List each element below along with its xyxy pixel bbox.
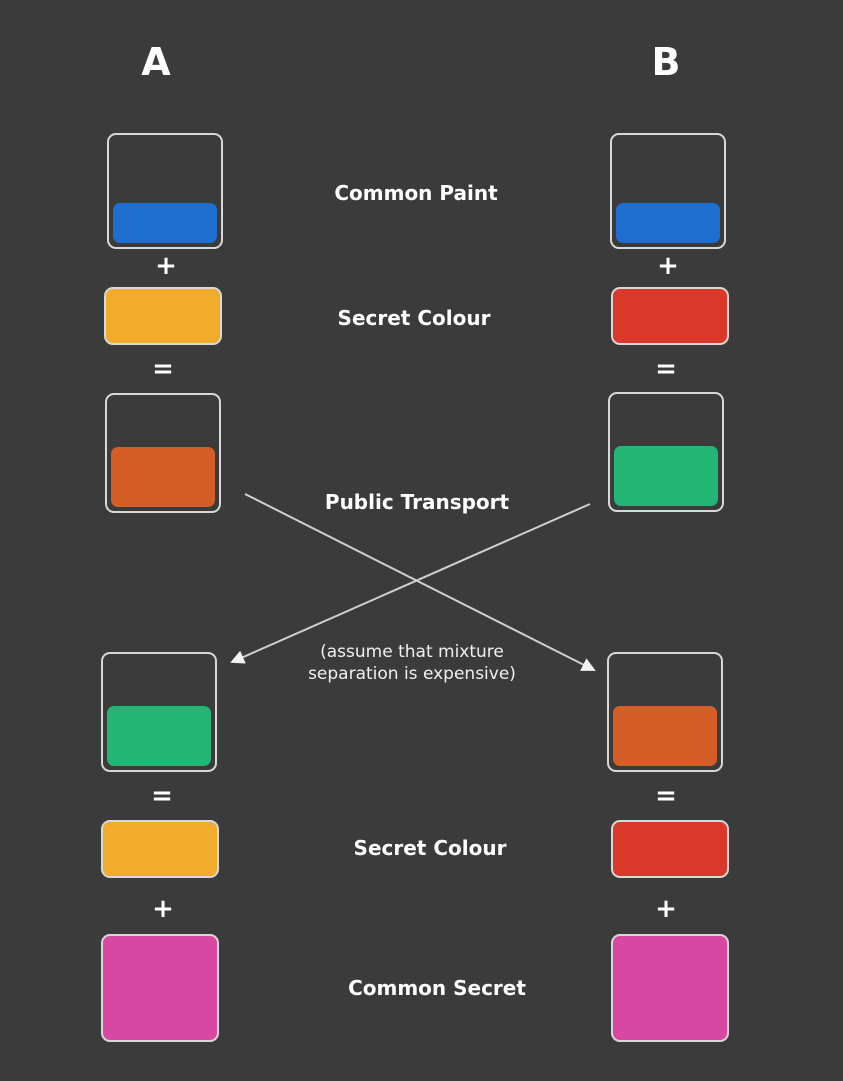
party-b-received-mixture-cup [607, 652, 723, 772]
arrow-b-to-a [230, 503, 591, 664]
party-a-secret-colour-swatch-2 [101, 820, 219, 878]
secret-colour-label-2: Secret Colour [353, 836, 507, 860]
party-a-received-mixture-cup [101, 652, 217, 772]
equals-operator: = [151, 781, 173, 811]
received-mixture-liquid [107, 706, 211, 766]
note-line-1: (assume that mixture [320, 642, 504, 662]
equals-operator: = [655, 781, 677, 811]
party-a-common-secret-swatch [101, 934, 219, 1042]
party-b-common-secret-swatch [611, 934, 729, 1042]
common-secret-label: Common Secret [348, 976, 526, 1000]
plus-operator: + [655, 894, 677, 924]
plus-operator: + [152, 894, 174, 924]
note-line-2: separation is expensive) [308, 664, 516, 684]
party-b-secret-colour-swatch-2 [611, 820, 729, 878]
mixture-separation-note: (assume that mixture separation is expen… [262, 641, 562, 685]
exchange-arrows [230, 493, 596, 671]
received-mixture-liquid [613, 706, 717, 766]
